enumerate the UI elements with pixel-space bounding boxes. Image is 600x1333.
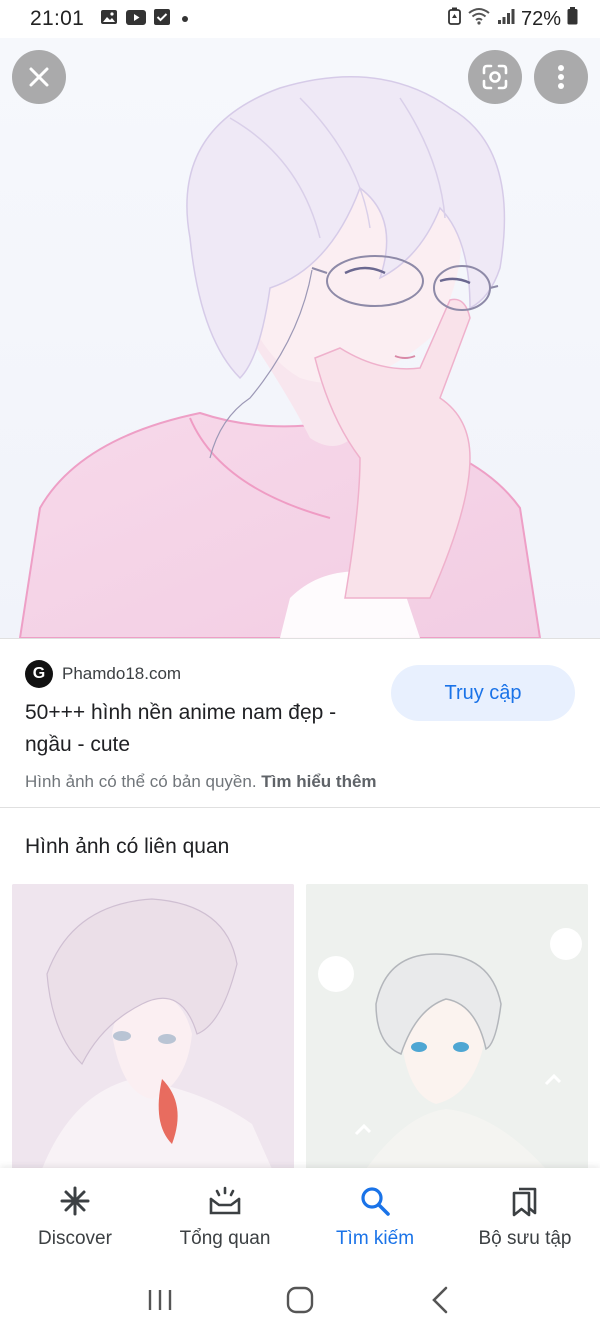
copyright-text: Hình ảnh có thể có bản quyền.: [25, 772, 257, 791]
collections-icon: [507, 1184, 543, 1218]
youtube-icon: [126, 7, 147, 31]
back-icon: [432, 1286, 448, 1313]
copyright-notice: Hình ảnh có thể có bản quyền. Tìm hiểu t…: [25, 772, 377, 792]
nav-discover-label: Discover: [38, 1228, 112, 1249]
signal-icon: [497, 7, 515, 31]
back-button[interactable]: [420, 1280, 460, 1320]
nav-search-label: Tìm kiếm: [335, 1228, 415, 1249]
bottom-navigation: Discover Tổng quan Tìm kiếm Bộ sưu tập: [0, 1168, 600, 1266]
wifi-icon: [467, 7, 491, 31]
nav-collections-label: Bộ sưu tập: [478, 1228, 572, 1249]
source-favicon: G: [25, 660, 53, 688]
nav-updates-label: Tổng quan: [179, 1228, 271, 1249]
battery-icon: [567, 7, 578, 31]
recent-apps-icon: [148, 1289, 172, 1310]
home-button[interactable]: [280, 1280, 320, 1320]
close-button[interactable]: [12, 50, 66, 104]
nav-search[interactable]: Tìm kiếm: [300, 1168, 450, 1266]
google-lens-button[interactable]: [468, 50, 522, 104]
related-image-1[interactable]: [12, 884, 294, 1169]
main-image[interactable]: [0, 38, 600, 638]
result-info-panel: G Phamdo18.com 50+++ hình nền anime nam …: [0, 638, 600, 808]
search-icon: [357, 1184, 393, 1218]
learn-more-link[interactable]: Tìm hiểu thêm: [261, 772, 376, 791]
related-image-2-art: [306, 884, 588, 1169]
result-title[interactable]: 50+++ hình nền anime nam đẹp - ngầu - cu…: [25, 697, 385, 761]
updates-icon: [207, 1184, 243, 1218]
source-name[interactable]: Phamdo18.com: [62, 664, 181, 684]
asterisk-icon: [57, 1184, 93, 1218]
dot-icon: [182, 16, 189, 22]
home-icon: [286, 1286, 314, 1313]
close-icon: [29, 67, 49, 87]
gallery-icon: [100, 7, 118, 31]
google-lens-icon: [482, 64, 508, 90]
battery-percent: 72%: [520, 7, 561, 30]
related-image-2[interactable]: [306, 884, 588, 1169]
more-vert-icon: [558, 65, 564, 89]
nav-updates[interactable]: Tổng quan: [150, 1168, 300, 1266]
nav-collections[interactable]: Bộ sưu tập: [450, 1168, 600, 1266]
system-navigation-bar: [0, 1266, 600, 1333]
more-options-button[interactable]: [534, 50, 588, 104]
anime-illustration: [0, 38, 600, 638]
visit-button[interactable]: Truy cập: [391, 665, 575, 721]
related-images-heading: Hình ảnh có liên quan: [25, 835, 230, 858]
status-time: 21:01: [30, 7, 85, 30]
status-bar: 21:01 72%: [0, 0, 600, 38]
status-right: 72%: [448, 7, 578, 31]
related-image-1-art: [12, 884, 294, 1169]
source-row[interactable]: G Phamdo18.com: [25, 660, 181, 688]
battery-saver-icon: [448, 7, 461, 31]
nav-discover[interactable]: Discover: [0, 1168, 150, 1266]
recent-apps-button[interactable]: [140, 1280, 180, 1320]
status-left: 21:01: [30, 7, 189, 31]
checkbox-icon: [154, 7, 171, 31]
